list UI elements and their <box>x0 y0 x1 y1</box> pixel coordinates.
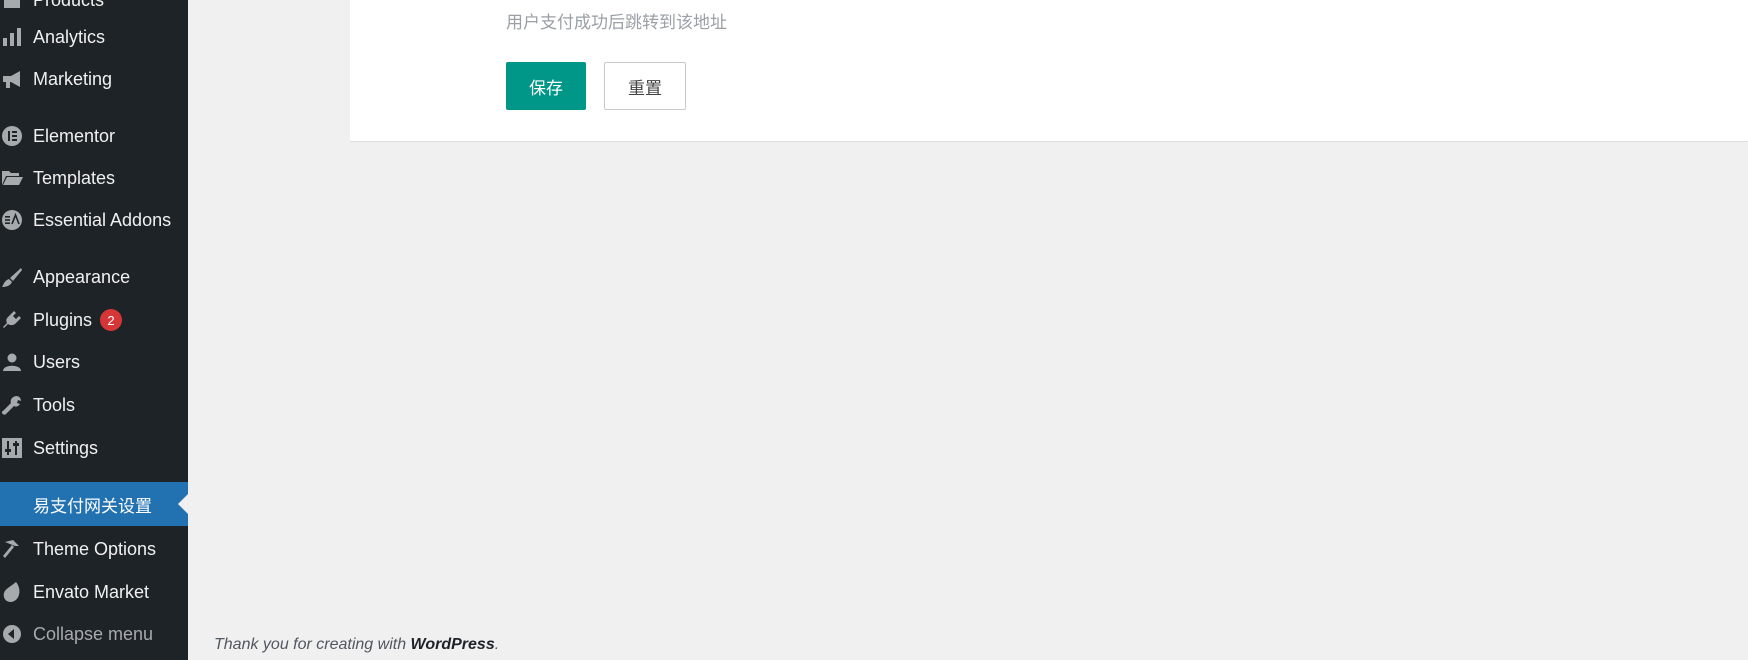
redirect-url-hint: 用户支付成功后跳转到该地址 <box>506 13 727 33</box>
sidebar-item-label: Analytics <box>33 26 106 47</box>
sidebar-item-tools[interactable]: Tools <box>0 385 188 425</box>
sidebar-item-label: Marketing <box>33 68 113 89</box>
sidebar-item-label: Appearance <box>33 266 131 287</box>
user-icon <box>1 351 23 373</box>
hammer-icon <box>1 538 23 560</box>
sidebar-item-label: Tools <box>33 394 76 415</box>
footer-period: . <box>494 636 500 653</box>
sidebar-item-marketing[interactable]: Marketing <box>0 59 188 99</box>
elementor-icon <box>1 125 23 147</box>
reset-button[interactable]: 重置 <box>604 62 686 110</box>
sidebar-item-label: Settings <box>33 437 99 458</box>
sidebar-item-label: Users <box>33 351 81 372</box>
sidebar-item-label: Elementor <box>33 125 116 146</box>
sidebar-item-theme-options[interactable]: Theme Options <box>0 529 188 569</box>
sidebar-item-essential-addons[interactable]: Essential Addons <box>0 200 188 240</box>
plug-icon <box>1 309 23 331</box>
collapse-arrow-icon <box>1 623 23 645</box>
sidebar-item-label: Envato Market <box>33 581 150 602</box>
sidebar-item-label: Templates <box>33 167 116 188</box>
sidebar-item-envato-market[interactable]: Envato Market <box>0 572 188 612</box>
bar-chart-icon <box>1 26 23 48</box>
sidebar-item-analytics[interactable]: Analytics <box>0 17 188 57</box>
sidebar-item-label: 易支付网关设置 <box>33 496 152 517</box>
sidebar-item-appearance[interactable]: Appearance <box>0 257 188 297</box>
sidebar-item-templates[interactable]: Templates <box>0 158 188 198</box>
sidebar-item-label: Plugins <box>33 309 93 330</box>
products-icon <box>1 0 23 11</box>
sidebar-item-users[interactable]: Users <box>0 342 188 382</box>
essential-addons-icon <box>1 209 23 231</box>
wrench-icon <box>1 394 23 416</box>
save-button[interactable]: 保存 <box>506 62 586 110</box>
plugins-update-badge: 2 <box>100 309 123 331</box>
folder-open-icon <box>1 167 23 189</box>
sidebar-item-label: Products <box>33 0 104 11</box>
sidebar-item-yipay-gateway-settings[interactable]: 易支付网关设置 <box>0 482 188 526</box>
footer-thanks-text: Thank you for creating with <box>214 636 411 653</box>
sidebar-item-label: Theme Options <box>33 538 157 559</box>
sidebar-item-settings[interactable]: Settings <box>0 428 188 468</box>
leaf-icon <box>1 581 23 603</box>
paint-brush-icon <box>1 266 23 288</box>
sidebar-item-label: Essential Addons <box>33 209 172 230</box>
admin-sidebar: Products Analytics Marketing <box>0 0 188 660</box>
sidebar-item-plugins[interactable]: Plugins 2 <box>0 300 188 340</box>
sidebar-item-elementor[interactable]: Elementor <box>0 116 188 156</box>
megaphone-icon <box>1 68 23 90</box>
blank-icon <box>1 493 23 515</box>
admin-footer: Thank you for creating with WordPress. <box>214 636 499 654</box>
sidebar-item-label: Collapse menu <box>33 623 154 644</box>
sliders-icon <box>1 437 23 459</box>
wordpress-link[interactable]: WordPress <box>411 636 495 653</box>
collapse-menu-button[interactable]: Collapse menu <box>0 614 188 654</box>
